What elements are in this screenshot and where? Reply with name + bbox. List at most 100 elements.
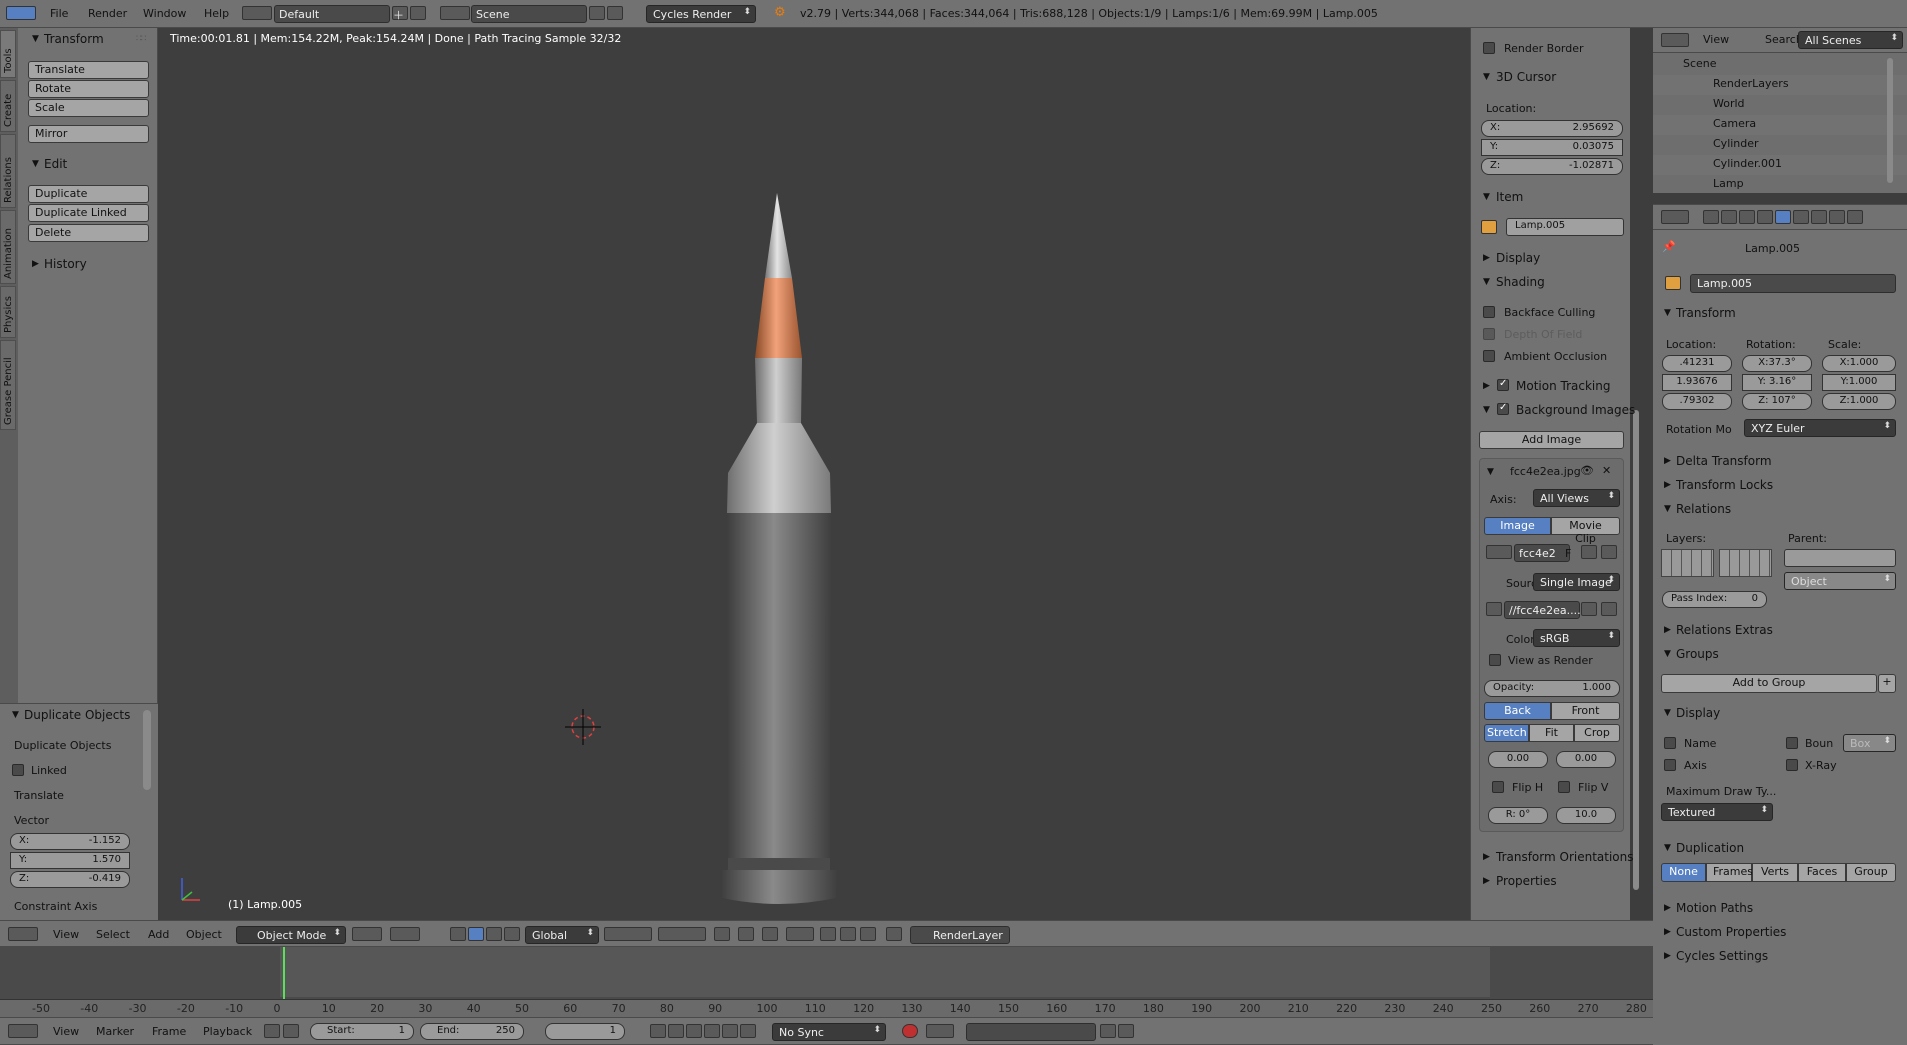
- 3d-viewport[interactable]: Time:00:01.81 | Mem:154.22M, Peak:154.24…: [160, 28, 1470, 920]
- record-icon[interactable]: [902, 1024, 918, 1038]
- vector-x-field[interactable]: X: -1.152: [10, 833, 130, 850]
- outliner-item-camera[interactable]: Camera: [1713, 117, 1756, 130]
- tab-grease-pencil[interactable]: Grease Pencil: [0, 340, 16, 430]
- history-expand-icon[interactable]: ▶: [32, 259, 39, 269]
- size-field[interactable]: 10.0: [1556, 807, 1616, 824]
- outliner-filter-dropdown[interactable]: All Scenes: [1798, 31, 1903, 49]
- properties-title[interactable]: Properties: [1496, 874, 1557, 888]
- preview-range-icon[interactable]: [264, 1024, 280, 1038]
- pause-icon[interactable]: [886, 927, 902, 941]
- prop-transform-collapse-icon[interactable]: ▼: [1664, 308, 1671, 318]
- manipulator-toggle-icon[interactable]: [450, 927, 466, 941]
- opengl-anim-icon[interactable]: [840, 927, 856, 941]
- duplication-title[interactable]: Duplication: [1676, 841, 1744, 855]
- outliner-item-world[interactable]: World: [1713, 97, 1745, 110]
- custom-props-expand-icon[interactable]: ▶: [1664, 927, 1671, 937]
- rotate-manipulator-icon[interactable]: [486, 927, 502, 941]
- motion-paths-expand-icon[interactable]: ▶: [1664, 903, 1671, 913]
- add-group-plus-icon[interactable]: +: [1878, 674, 1896, 693]
- editor-type-icon[interactable]: [8, 927, 38, 941]
- duplication-collapse-icon[interactable]: ▼: [1664, 843, 1671, 853]
- tab-physics[interactable]: Physics: [0, 286, 16, 338]
- rel-extras-title[interactable]: Relations Extras: [1676, 623, 1773, 637]
- open-image-icon[interactable]: [1581, 545, 1597, 559]
- edit-collapse-icon[interactable]: ▼: [32, 159, 39, 169]
- rel-extras-expand-icon[interactable]: ▶: [1664, 625, 1671, 635]
- relations-collapse-icon[interactable]: ▼: [1664, 504, 1671, 514]
- duplicate-button[interactable]: Duplicate: [28, 185, 149, 203]
- rot-y-field[interactable]: Y: 3.16°: [1742, 374, 1812, 391]
- pin-icon[interactable]: 📌: [1662, 240, 1676, 253]
- parent-type-dropdown[interactable]: Object: [1784, 572, 1896, 590]
- fit-button[interactable]: Fit: [1529, 724, 1574, 742]
- jump-end-icon[interactable]: [740, 1024, 756, 1038]
- dup-group-button[interactable]: Group: [1846, 863, 1896, 882]
- back-button[interactable]: Back: [1484, 702, 1551, 720]
- 3d-cursor-title[interactable]: 3D Cursor: [1496, 70, 1556, 84]
- scene-icon[interactable]: [440, 6, 470, 20]
- scale-z-field[interactable]: Z:1.000: [1822, 393, 1896, 410]
- rot-x-field[interactable]: X:37.3°: [1742, 355, 1812, 372]
- rotation-mode-dropdown[interactable]: XYZ Euler: [1744, 419, 1896, 437]
- sync-dropdown[interactable]: No Sync: [772, 1023, 886, 1041]
- shading-title[interactable]: Shading: [1496, 275, 1545, 289]
- vector-y-field[interactable]: Y: 1.570: [10, 852, 130, 869]
- rotate-button[interactable]: Rotate: [28, 80, 149, 98]
- outliner-item-lamp[interactable]: Lamp: [1713, 177, 1744, 190]
- physics-tab-icon[interactable]: [1847, 210, 1863, 224]
- cycles-expand-icon[interactable]: ▶: [1664, 951, 1671, 961]
- close-scene-icon[interactable]: [607, 6, 623, 20]
- outliner-item-cylinder001[interactable]: Cylinder.001: [1713, 157, 1782, 170]
- constraints-tab-icon[interactable]: [1793, 210, 1809, 224]
- cursor-z-field[interactable]: Z: -1.02871: [1481, 158, 1623, 175]
- texture-tab-icon[interactable]: [1829, 210, 1845, 224]
- loc-z-field[interactable]: .79302: [1662, 393, 1732, 410]
- translate-manipulator-icon[interactable]: [468, 927, 484, 941]
- relations-title[interactable]: Relations: [1676, 502, 1731, 516]
- vector-z-field[interactable]: Z: -0.419: [10, 871, 130, 888]
- delete-key-icon[interactable]: [1118, 1024, 1134, 1038]
- 3d-cursor-icon[interactable]: [563, 707, 603, 747]
- layout-field[interactable]: Default: [274, 5, 390, 23]
- item-collapse-icon[interactable]: ▼: [1483, 192, 1490, 202]
- data-tab-icon[interactable]: [1811, 210, 1827, 224]
- menu-window[interactable]: Window: [143, 7, 186, 20]
- bg-images-checkbox[interactable]: [1497, 402, 1509, 415]
- groups-collapse-icon[interactable]: ▼: [1664, 649, 1671, 659]
- flip-v-checkbox[interactable]: [1558, 781, 1570, 793]
- colorspace-dropdown[interactable]: sRGB: [1533, 629, 1620, 647]
- properties-expand-icon[interactable]: ▶: [1483, 876, 1490, 886]
- pivot-icon[interactable]: [390, 927, 420, 941]
- scene-field[interactable]: Scene: [471, 5, 587, 23]
- timeline[interactable]: -50 -40 -30 -20 -10 0 10 20 30 40 50 60 70 80 90 100 110…: [0, 947, 1653, 1017]
- timeline-menu-playback[interactable]: Playback: [203, 1025, 252, 1038]
- orientation-dropdown[interactable]: Global: [525, 926, 599, 944]
- offset-x-field[interactable]: 0.00: [1488, 751, 1548, 768]
- outliner-menu-view[interactable]: View: [1703, 33, 1729, 46]
- dup-verts-button[interactable]: Verts: [1752, 863, 1798, 882]
- object-tab-icon[interactable]: [1775, 210, 1791, 224]
- bg-images-collapse-icon[interactable]: ▼: [1483, 405, 1490, 415]
- menu-render[interactable]: Render: [88, 7, 127, 20]
- filebrowser-icon[interactable]: [1581, 602, 1597, 616]
- layers-grid-2-icon[interactable]: [658, 927, 706, 941]
- scale-y-field[interactable]: Y:1.000: [1822, 374, 1896, 391]
- keying-icon[interactable]: [926, 1024, 954, 1038]
- custom-props-title[interactable]: Custom Properties: [1676, 925, 1786, 939]
- parent-field[interactable]: [1784, 549, 1896, 567]
- xray-checkbox[interactable]: [1786, 759, 1798, 771]
- timeline-menu-frame[interactable]: Frame: [152, 1025, 186, 1038]
- timeline-menu-view[interactable]: View: [53, 1025, 79, 1038]
- ao-checkbox[interactable]: [1483, 350, 1495, 362]
- crop-button[interactable]: Crop: [1574, 724, 1620, 742]
- end-frame-field[interactable]: End: 250: [420, 1023, 524, 1040]
- prop-display-title[interactable]: Display: [1676, 706, 1720, 720]
- source-dropdown[interactable]: Single Image: [1533, 573, 1620, 591]
- axis-checkbox[interactable]: [1664, 759, 1676, 771]
- menu-help[interactable]: Help: [204, 7, 229, 20]
- dup-none-button[interactable]: None: [1661, 863, 1706, 882]
- add-to-group-button[interactable]: Add to Group: [1661, 674, 1877, 693]
- npanel-scrollbar[interactable]: [1633, 410, 1639, 890]
- render-border-checkbox[interactable]: [1483, 42, 1495, 54]
- menu-object[interactable]: Object: [186, 928, 222, 941]
